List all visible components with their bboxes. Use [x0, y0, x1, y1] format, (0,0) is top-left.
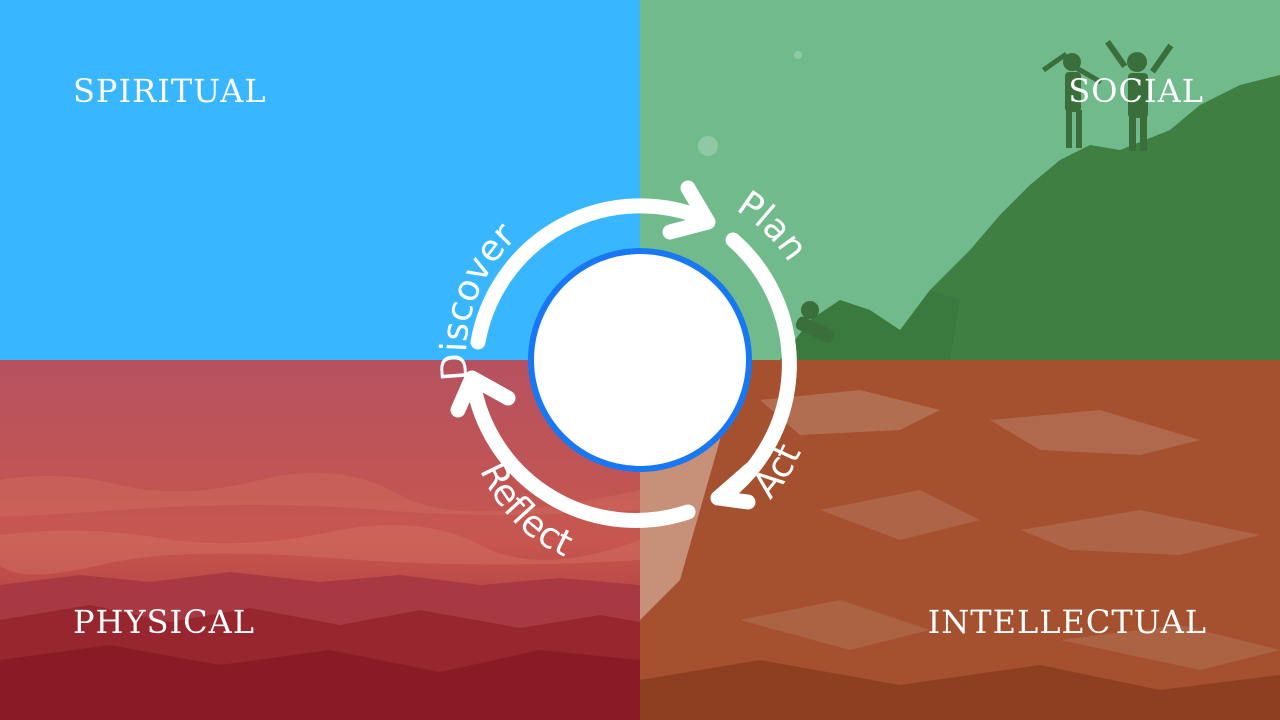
cycle-diagram: Discover Plan Act Reflect — [434, 180, 815, 565]
cycle-step-discover: Discover — [434, 215, 524, 382]
center-circle — [528, 248, 752, 472]
cycle-step-act: Act — [745, 438, 809, 506]
